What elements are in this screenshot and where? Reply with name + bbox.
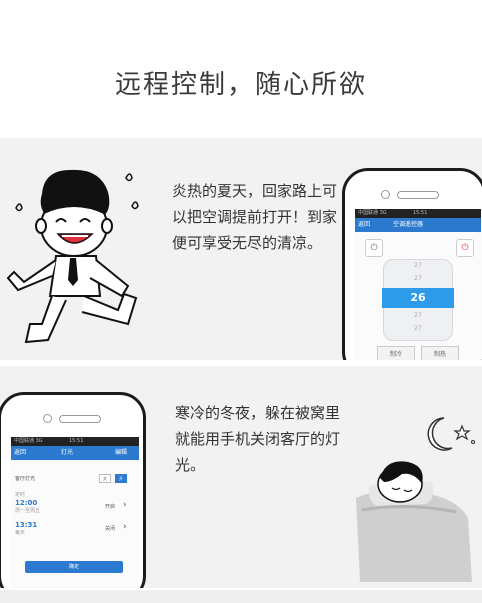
temp-option[interactable]: 27 bbox=[384, 325, 452, 332]
ac-remote-screen: 中国联通 3G 15:51 返回 空调遥控器 ⏻ ⏻ 27 27 26 27 2… bbox=[355, 209, 481, 360]
bottom-divider bbox=[0, 590, 482, 603]
selected-temperature[interactable]: 26 bbox=[382, 288, 454, 308]
back-button[interactable]: 返回 bbox=[14, 446, 26, 460]
summer-caption: 炎热的夏天，回家路上可以把空调提前打开！到家便可享受无尽的清凉。 bbox=[172, 182, 338, 252]
temp-option[interactable]: 27 bbox=[384, 275, 452, 282]
carrier-text: 中国联通 3G bbox=[14, 438, 43, 444]
moon-star-icon bbox=[427, 417, 475, 451]
temp-option[interactable]: 27 bbox=[384, 312, 452, 319]
speaker-grille bbox=[397, 191, 439, 199]
lamp-name: 客厅灯光 bbox=[15, 476, 36, 482]
power-icon: ⏻ bbox=[370, 243, 378, 253]
lamp-on-toggle[interactable]: 开 bbox=[115, 474, 127, 483]
app-title: 空调遥控器 bbox=[393, 221, 424, 228]
back-button[interactable]: 返回 bbox=[358, 218, 370, 232]
summer-section: 炎热的夏天，回家路上可以把空调提前打开！到家便可享受无尽的清凉。 中国联通 3G… bbox=[0, 138, 482, 360]
status-time: 15:51 bbox=[69, 438, 84, 444]
confirm-button[interactable]: 确定 bbox=[25, 561, 123, 573]
timer-state: 关闭 bbox=[105, 526, 116, 532]
camera-icon bbox=[381, 190, 390, 199]
timer-row[interactable]: 12:00 周一至周五 开启 › bbox=[15, 499, 131, 514]
app-bar: 返回 灯光 编辑 bbox=[11, 446, 139, 460]
page-title: 远程控制，随心所欲 bbox=[114, 70, 367, 100]
status-time: 15:51 bbox=[413, 210, 428, 216]
carrier-text: 中国联通 3G bbox=[358, 210, 387, 216]
app-title: 灯光 bbox=[61, 449, 74, 456]
winter-caption: 寒冷的冬夜，躲在被窝里就能用手机关闭客厅的灯光。 bbox=[175, 404, 341, 474]
winter-section: 中国联通 3G 15:51 返回 灯光 编辑 客厅灯光 关 开 定时 12:00… bbox=[0, 366, 482, 588]
temp-option[interactable]: 27 bbox=[384, 262, 452, 269]
status-bar: 中国联通 3G 15:51 bbox=[355, 209, 481, 218]
chevron-right-icon: › bbox=[123, 522, 127, 532]
phone-mockup-lights: 中国联通 3G 15:51 返回 灯光 编辑 客厅灯光 关 开 定时 12:00… bbox=[0, 392, 146, 588]
cheerful-man-illustration bbox=[6, 169, 139, 344]
edit-button[interactable]: 编辑 bbox=[115, 446, 127, 460]
power-icon: ⏻ bbox=[461, 243, 469, 253]
lamp-row: 客厅灯光 关 开 bbox=[15, 474, 131, 483]
cool-mode-button[interactable]: 制冷 bbox=[377, 346, 415, 360]
phone-mockup-ac: 中国联通 3G 15:51 返回 空调遥控器 ⏻ ⏻ 27 27 26 27 2… bbox=[342, 168, 482, 360]
camera-icon bbox=[43, 414, 52, 423]
power-on-button[interactable]: ⏻ bbox=[456, 239, 474, 257]
app-bar: 返回 空调遥控器 bbox=[355, 218, 481, 232]
speaker-grille bbox=[59, 415, 101, 423]
timer-row[interactable]: 13:31 每天 关闭 › bbox=[15, 521, 131, 536]
lamp-off-toggle[interactable]: 关 bbox=[99, 474, 111, 483]
chevron-right-icon: › bbox=[123, 500, 127, 510]
timer-state: 开启 bbox=[105, 504, 116, 510]
status-bar: 中国联通 3G 15:51 bbox=[11, 437, 139, 446]
light-control-screen: 中国联通 3G 15:51 返回 灯光 编辑 客厅灯光 关 开 定时 12:00… bbox=[11, 437, 139, 588]
heat-mode-button[interactable]: 制热 bbox=[421, 346, 459, 360]
power-off-button[interactable]: ⏻ bbox=[365, 239, 383, 257]
timer-label: 定时 bbox=[15, 492, 26, 498]
sleeping-person-illustration bbox=[356, 461, 472, 582]
temperature-picker[interactable]: 27 27 26 27 27 bbox=[382, 259, 454, 341]
